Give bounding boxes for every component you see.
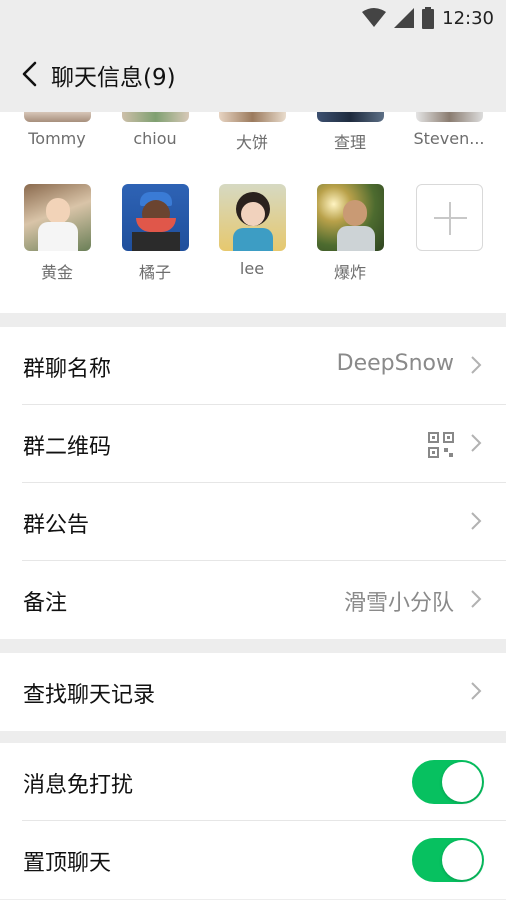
group-announcement-cell[interactable]: 群公告 [22, 483, 506, 561]
avatar [121, 112, 189, 122]
member-item[interactable]: 大饼 [207, 112, 297, 153]
settings-group-1: 群聊名称 DeepSnow 群二维码 群公告 备注 滑雪小分队 [0, 327, 506, 639]
search-history-label: 查找聊天记录 [23, 683, 156, 708]
pin-label: 置顶聊天 [23, 851, 112, 876]
chevron-right-icon [471, 356, 482, 374]
remark-cell[interactable]: 备注 滑雪小分队 [22, 561, 506, 639]
chevron-right-icon [471, 590, 482, 608]
avatar [23, 184, 91, 251]
member-grid: Tommy chiou 大饼 查理 Steven... 黄金 橘子 lee 爆炸 [0, 112, 506, 313]
wifi-icon [362, 8, 387, 27]
signal-icon [394, 8, 415, 28]
remark-label: 备注 [23, 591, 68, 616]
search-history-cell[interactable]: 查找聊天记录 [22, 653, 506, 731]
avatar [23, 112, 91, 122]
member-item[interactable]: 爆炸 [305, 184, 395, 283]
settings-group-2: 查找聊天记录 [0, 653, 506, 731]
add-member-item[interactable] [404, 184, 494, 251]
group-name-label: 群聊名称 [23, 357, 112, 382]
mute-toggle[interactable] [412, 760, 484, 804]
group-name-cell[interactable]: 群聊名称 DeepSnow [22, 327, 506, 405]
member-name: chiou [133, 129, 177, 148]
back-icon[interactable] [18, 60, 42, 88]
mute-label: 消息免打扰 [23, 773, 134, 798]
member-item[interactable]: 黄金 [12, 184, 102, 283]
member-item[interactable]: Tommy [12, 112, 102, 148]
avatar [316, 184, 384, 251]
chevron-right-icon [471, 512, 482, 530]
toggle-knob [442, 762, 482, 802]
member-item[interactable]: 查理 [305, 112, 395, 153]
member-name: 黄金 [40, 263, 73, 282]
page-title: 聊天信息(9) [51, 65, 176, 91]
status-bar: 12:30 [0, 0, 506, 36]
settings-group-3: 消息免打扰 置顶聊天 [0, 743, 506, 899]
member-name: 爆炸 [333, 263, 366, 282]
pin-toggle[interactable] [412, 838, 484, 882]
add-member-button[interactable] [415, 184, 483, 251]
qr-code-icon [428, 432, 454, 458]
pin-cell: 置顶聊天 [22, 821, 506, 899]
avatar [415, 112, 483, 122]
member-item[interactable]: chiou [110, 112, 200, 148]
avatar [121, 184, 189, 251]
member-name: Tommy [28, 129, 86, 148]
member-name: 查理 [333, 133, 366, 152]
avatar [316, 112, 384, 122]
mute-cell: 消息免打扰 [22, 743, 506, 821]
member-item[interactable]: lee [207, 184, 297, 278]
member-name: Steven... [413, 129, 485, 148]
avatar [218, 184, 286, 251]
member-name: 大饼 [235, 133, 268, 152]
chevron-right-icon [471, 434, 482, 452]
member-item[interactable]: 橘子 [110, 184, 200, 283]
remark-value: 滑雪小分队 [343, 591, 454, 616]
member-name: lee [239, 259, 265, 278]
battery-icon [422, 7, 435, 29]
group-qr-label: 群二维码 [23, 435, 112, 460]
status-time: 12:30 [442, 7, 494, 29]
group-announcement-label: 群公告 [23, 513, 90, 538]
member-item[interactable]: Steven... [404, 112, 494, 148]
avatar [218, 112, 286, 122]
nav-bar: 聊天信息(9) [0, 36, 506, 112]
chevron-right-icon [471, 682, 482, 700]
group-qr-cell[interactable]: 群二维码 [22, 405, 506, 483]
toggle-knob [442, 840, 482, 880]
member-name: 橘子 [138, 263, 171, 282]
group-name-value: DeepSnow [336, 351, 454, 376]
